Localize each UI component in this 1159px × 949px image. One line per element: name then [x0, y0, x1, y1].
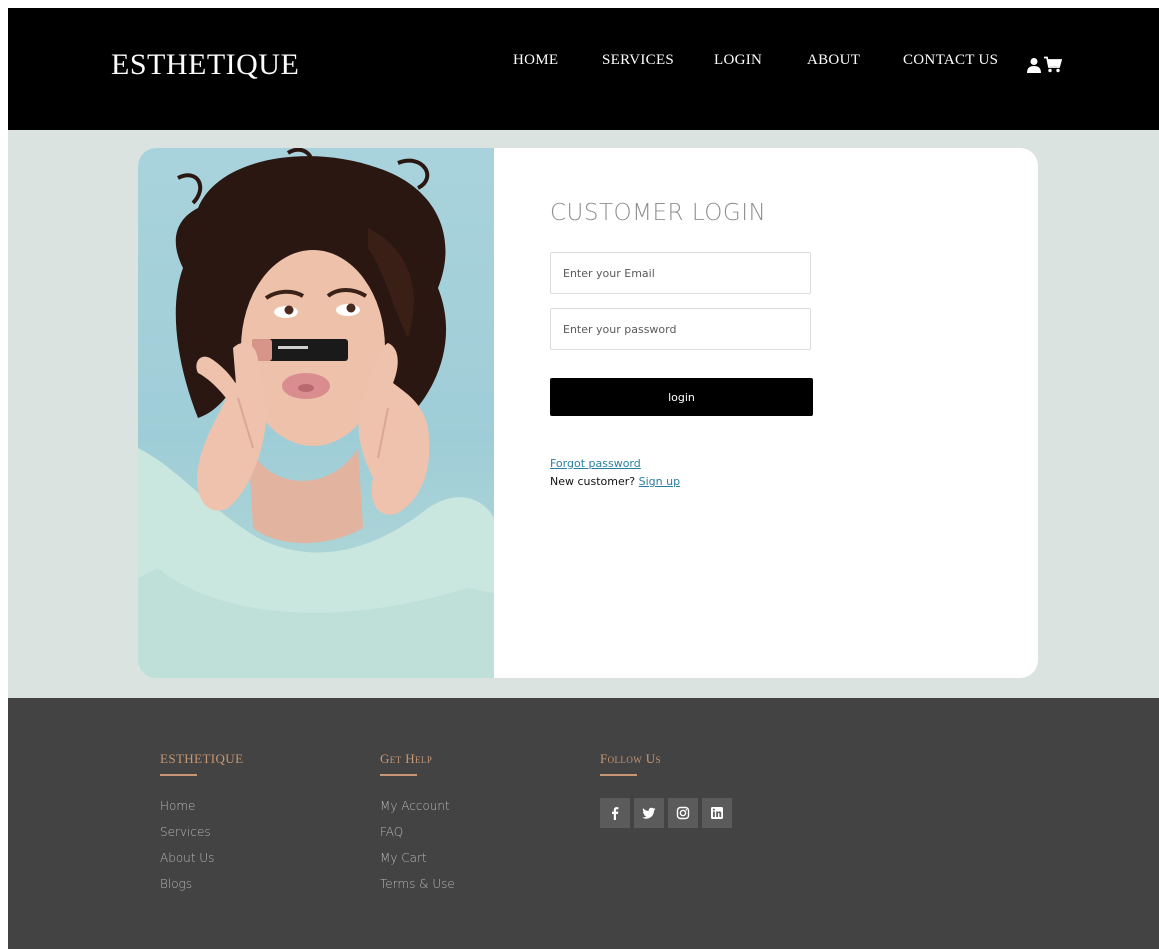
twitter-icon[interactable]	[634, 798, 664, 828]
cart-icon[interactable]	[1044, 56, 1063, 73]
nav-contact-us[interactable]: CONTACT US	[903, 52, 998, 69]
main-content: CUSTOMER LOGIN login Forgot password New…	[8, 130, 1159, 698]
password-field[interactable]	[550, 308, 811, 350]
footer-link-terms[interactable]: Terms & Use	[380, 876, 455, 902]
forgot-password-link[interactable]: Forgot password	[550, 457, 641, 470]
footer-link-blogs[interactable]: Blogs	[160, 876, 243, 902]
footer-column-help: Get Help My Account FAQ My Cart Terms & …	[380, 751, 455, 902]
brand-logo[interactable]: ESTHETIQUE	[111, 48, 299, 82]
footer-heading-underline	[160, 774, 197, 776]
new-customer-line: New customer? Sign up	[550, 475, 680, 488]
footer-link-faq[interactable]: FAQ	[380, 824, 455, 850]
instagram-icon[interactable]	[668, 798, 698, 828]
site-header: ESTHETIQUE HOME SERVICES LOGIN ABOUT CON…	[8, 8, 1159, 130]
footer-heading-follow: Follow Us	[600, 751, 661, 766]
nav-services[interactable]: SERVICES	[602, 52, 674, 69]
footer-heading-help: Get Help	[380, 751, 433, 766]
footer-link-my-account[interactable]: My Account	[380, 798, 455, 824]
email-field[interactable]	[550, 252, 811, 294]
footer-link-my-cart[interactable]: My Cart	[380, 850, 455, 876]
facebook-icon[interactable]	[600, 798, 630, 828]
social-links	[600, 798, 732, 828]
footer-link-home[interactable]: Home	[160, 798, 243, 824]
login-button[interactable]: login	[550, 378, 813, 416]
model-photo	[138, 148, 494, 678]
login-card: CUSTOMER LOGIN login Forgot password New…	[138, 148, 1038, 678]
login-title: CUSTOMER LOGIN	[550, 200, 767, 226]
page: ESTHETIQUE HOME SERVICES LOGIN ABOUT CON…	[8, 8, 1159, 949]
nav-about[interactable]: ABOUT	[807, 52, 860, 69]
sign-up-link[interactable]: Sign up	[639, 475, 680, 488]
footer-link-services[interactable]: Services	[160, 824, 243, 850]
nav-home[interactable]: HOME	[513, 52, 558, 69]
new-customer-text: New customer?	[550, 475, 639, 488]
linkedin-icon[interactable]	[702, 798, 732, 828]
footer-column-brand: ESTHETIQUE Home Services About Us Blogs	[160, 751, 243, 902]
site-footer: ESTHETIQUE Home Services About Us Blogs …	[8, 698, 1159, 949]
footer-heading-underline	[600, 774, 637, 776]
footer-link-about-us[interactable]: About Us	[160, 850, 243, 876]
footer-heading-brand: ESTHETIQUE	[160, 751, 244, 766]
user-icon[interactable]	[1026, 57, 1042, 73]
footer-heading-underline	[380, 774, 417, 776]
nav-login[interactable]: LOGIN	[714, 52, 762, 69]
footer-column-follow: Follow Us	[600, 751, 732, 828]
